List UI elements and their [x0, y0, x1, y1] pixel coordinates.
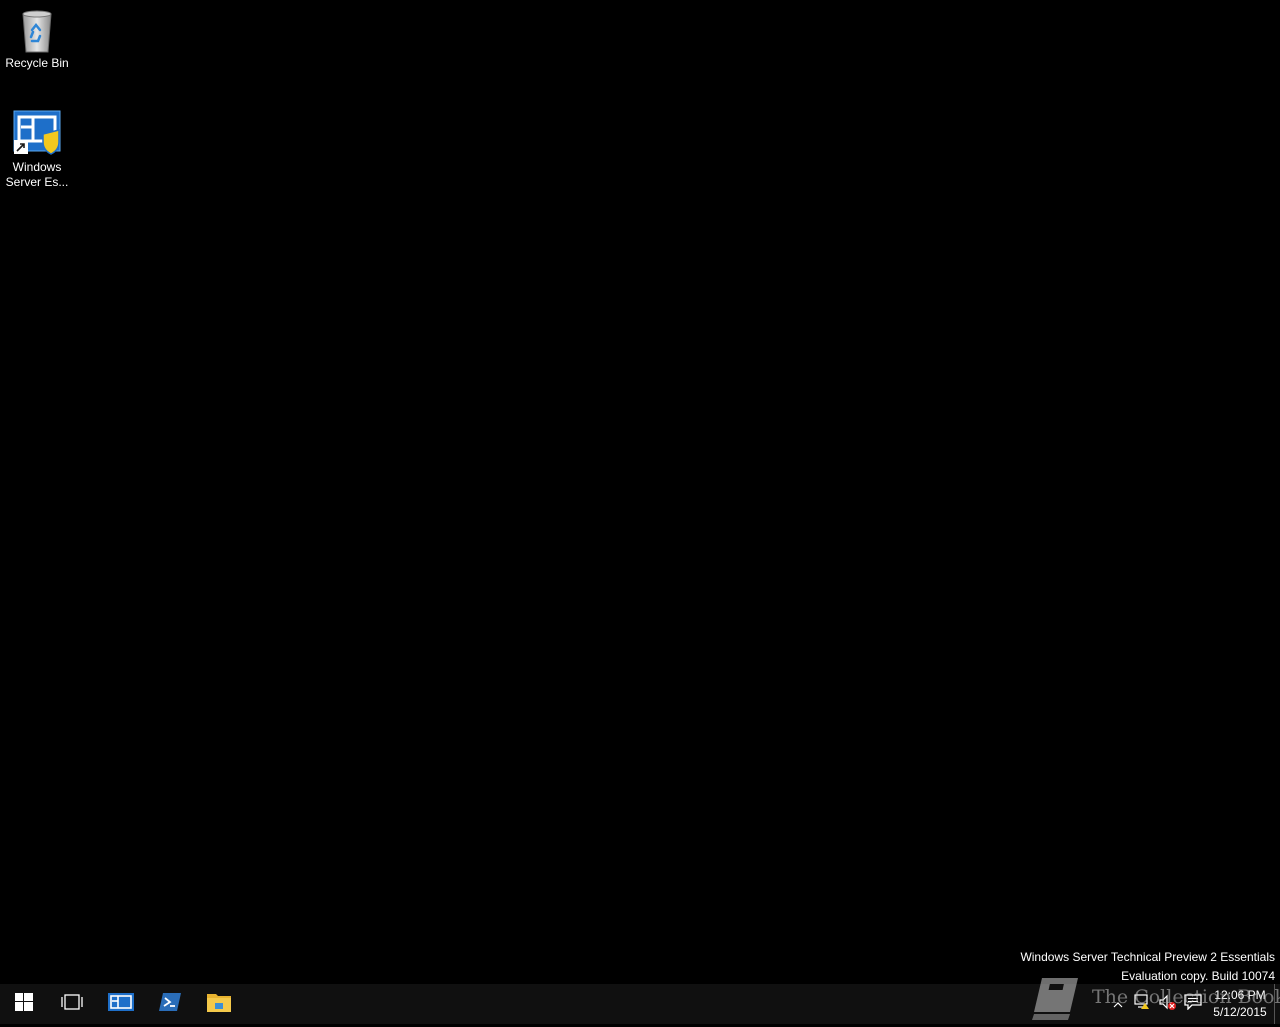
chevron-up-icon: [1113, 995, 1123, 1013]
file-explorer-icon: [207, 992, 231, 1017]
network-warning-icon: [1134, 993, 1152, 1015]
show-hidden-icons-button[interactable]: [1108, 994, 1128, 1014]
taskbar-app-essentials-dashboard[interactable]: [97, 984, 145, 1024]
start-button[interactable]: [0, 984, 48, 1024]
windows-logo-icon: [15, 992, 33, 1016]
desktop-icon-windows-server-essentials[interactable]: Windows Server Es...: [0, 110, 74, 190]
action-center-icon: [1184, 993, 1202, 1015]
network-status-button[interactable]: [1133, 993, 1153, 1015]
clock-date: 5/12/2015: [1213, 1005, 1267, 1019]
evaluation-watermark: Windows Server Technical Preview 2 Essen…: [1020, 948, 1275, 986]
desktop-icon-label-line1: Windows: [12, 160, 62, 174]
windows-server-essentials-dashboard-icon: [13, 110, 61, 158]
clock-time: 12:06 PM: [1214, 988, 1266, 1002]
volume-button[interactable]: [1158, 994, 1178, 1014]
desktop-icon-label-line2: Server Es...: [5, 175, 69, 189]
taskbar: 12:06 PM 5/12/2015: [0, 984, 1280, 1024]
show-desktop-button[interactable]: [1274, 984, 1280, 1024]
desktop-icon-label: Recycle Bin: [5, 56, 69, 70]
task-view-button[interactable]: [48, 984, 96, 1024]
desktop-icon-recycle-bin[interactable]: Recycle Bin: [0, 6, 74, 71]
action-center-button[interactable]: [1183, 993, 1203, 1015]
recycle-bin-icon: [13, 6, 61, 54]
watermark-edition: Windows Server Technical Preview 2 Essen…: [1020, 950, 1275, 964]
taskbar-app-file-explorer[interactable]: [195, 984, 243, 1024]
volume-muted-icon: [1159, 994, 1177, 1015]
system-clock[interactable]: 12:06 PM 5/12/2015: [1209, 987, 1271, 1021]
task-view-icon: [61, 993, 83, 1015]
essentials-dashboard-icon: [108, 992, 134, 1016]
taskbar-app-powershell[interactable]: [146, 984, 194, 1024]
desktop[interactable]: Recycle Bin Windows Server Es... Windows…: [0, 0, 1280, 984]
powershell-icon: [159, 992, 181, 1016]
